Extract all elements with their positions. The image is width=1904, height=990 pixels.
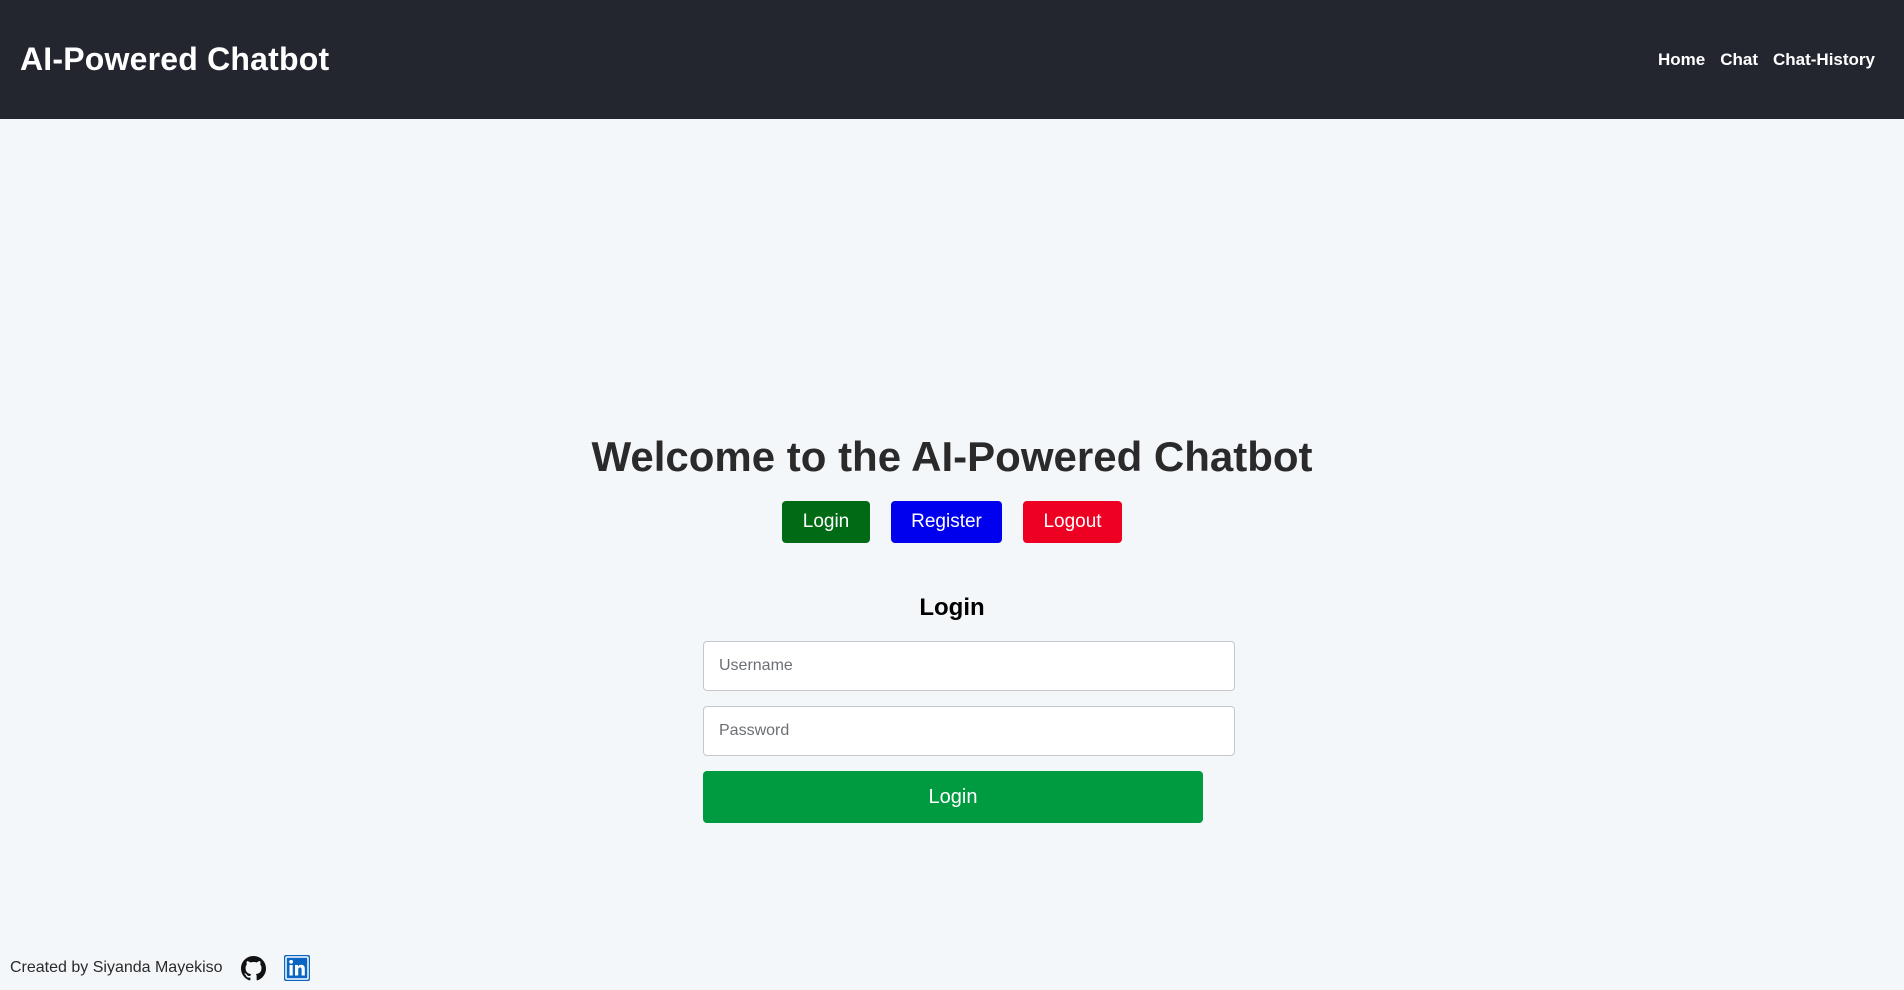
brand-title: AI-Powered Chatbot (20, 41, 330, 77)
username-input[interactable] (703, 641, 1235, 691)
main-nav: Home Chat Chat-History (1658, 50, 1875, 70)
github-icon[interactable] (241, 955, 267, 981)
login-form-title: Login (919, 594, 985, 621)
footer: Created by Siyanda Mayekiso (10, 955, 310, 981)
password-input[interactable] (703, 706, 1235, 756)
register-button[interactable]: Register (891, 501, 1002, 543)
logout-button[interactable]: Logout (1023, 501, 1122, 543)
social-links (241, 955, 310, 981)
login-button[interactable]: Login (782, 501, 870, 543)
app-header: AI-Powered Chatbot Home Chat Chat-Histor… (0, 0, 1904, 119)
nav-link-chat[interactable]: Chat (1720, 50, 1758, 70)
nav-link-chat-history[interactable]: Chat-History (1773, 50, 1875, 70)
login-submit-button[interactable]: Login (703, 771, 1203, 823)
footer-credit: Created by Siyanda Mayekiso (10, 959, 223, 976)
linkedin-icon[interactable] (283, 955, 310, 981)
nav-link-home[interactable]: Home (1658, 50, 1705, 70)
auth-actions: Login Register Logout (0, 501, 1904, 543)
page-title: Welcome to the AI-Powered Chatbot (591, 433, 1313, 480)
